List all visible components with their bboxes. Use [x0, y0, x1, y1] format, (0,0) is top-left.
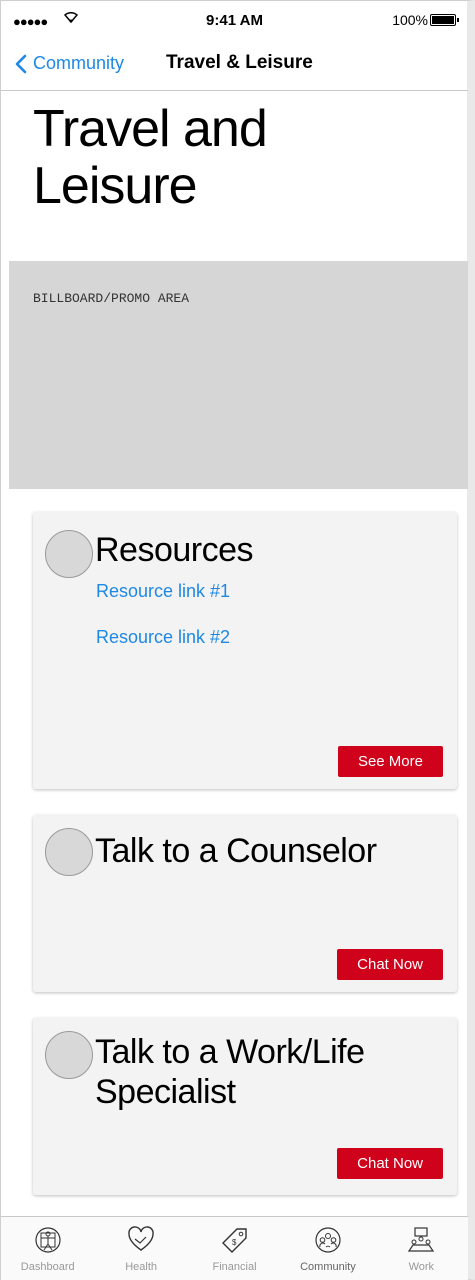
back-button[interactable]: Community [15, 53, 124, 74]
resources-card: Resources Resource link #1 Resource link… [33, 512, 457, 789]
work-life-card: Talk to a Work/Life Specialist Chat Now [33, 1018, 457, 1195]
nav-title: Travel & Leisure [166, 52, 313, 73]
tab-community[interactable]: Community [281, 1217, 374, 1280]
tab-work-label: Work [408, 1261, 435, 1273]
work-life-icon [45, 1031, 93, 1079]
counselor-icon [45, 828, 93, 876]
page-title: Travel and Leisure [33, 100, 268, 215]
resource-link-2[interactable]: Resource link #2 [96, 627, 230, 648]
tab-financial-label: Financial [212, 1261, 257, 1273]
back-label: Community [33, 53, 125, 73]
tab-community-label: Community [300, 1261, 356, 1273]
battery-percent: 100% [392, 12, 428, 28]
battery-icon [430, 14, 459, 26]
see-more-button[interactable]: See More [337, 746, 443, 777]
work-life-title-line-1: Talk to a Work/Life [95, 1033, 365, 1071]
tab-health[interactable]: Health [94, 1217, 187, 1280]
tab-dashboard-label: Dashboard [20, 1261, 75, 1273]
counselor-card: Talk to a Counselor Chat Now [33, 815, 457, 992]
counselor-title: Talk to a Counselor [95, 832, 377, 870]
tab-financial[interactable]: $ Financial [188, 1217, 281, 1280]
resources-title: Resources [95, 531, 254, 569]
status-bar: ●●●●● 9:41 AM 100% [1, 1, 468, 41]
phone-frame: ●●●●● 9:41 AM 100% Community Travel & Le… [0, 0, 475, 1280]
nav-bar: Community Travel & Leisure [1, 41, 468, 91]
resource-link-1[interactable]: Resource link #1 [96, 581, 230, 602]
tab-dashboard[interactable]: Dashboard [1, 1217, 94, 1280]
price-tag-icon: $ [221, 1228, 247, 1253]
page-title-line-2: Leisure [33, 157, 198, 215]
tab-bar: Dashboard Health $ Financial Community W… [1, 1216, 468, 1280]
heart-handshake-icon [128, 1226, 154, 1251]
tab-work[interactable]: Work [375, 1217, 468, 1280]
work-life-title: Talk to a Work/Life Specialist [95, 1032, 365, 1112]
resources-icon [45, 530, 93, 578]
svg-text:$: $ [232, 1238, 237, 1247]
people-circle-icon [315, 1227, 341, 1253]
meeting-table-icon [408, 1227, 435, 1252]
work-life-title-line-2: Specialist [95, 1073, 236, 1111]
tab-health-label: Health [125, 1261, 157, 1273]
page-title-line-1: Travel and [33, 100, 268, 158]
chat-now-specialist-button[interactable]: Chat Now [337, 1148, 443, 1179]
vitruvian-icon [35, 1227, 61, 1253]
billboard-promo-area[interactable]: BILLBOARD/PROMO AREA [9, 261, 468, 489]
chat-now-counselor-button[interactable]: Chat Now [337, 949, 443, 980]
chevron-left-icon [15, 54, 27, 73]
billboard-label: BILLBOARD/PROMO AREA [33, 291, 190, 306]
